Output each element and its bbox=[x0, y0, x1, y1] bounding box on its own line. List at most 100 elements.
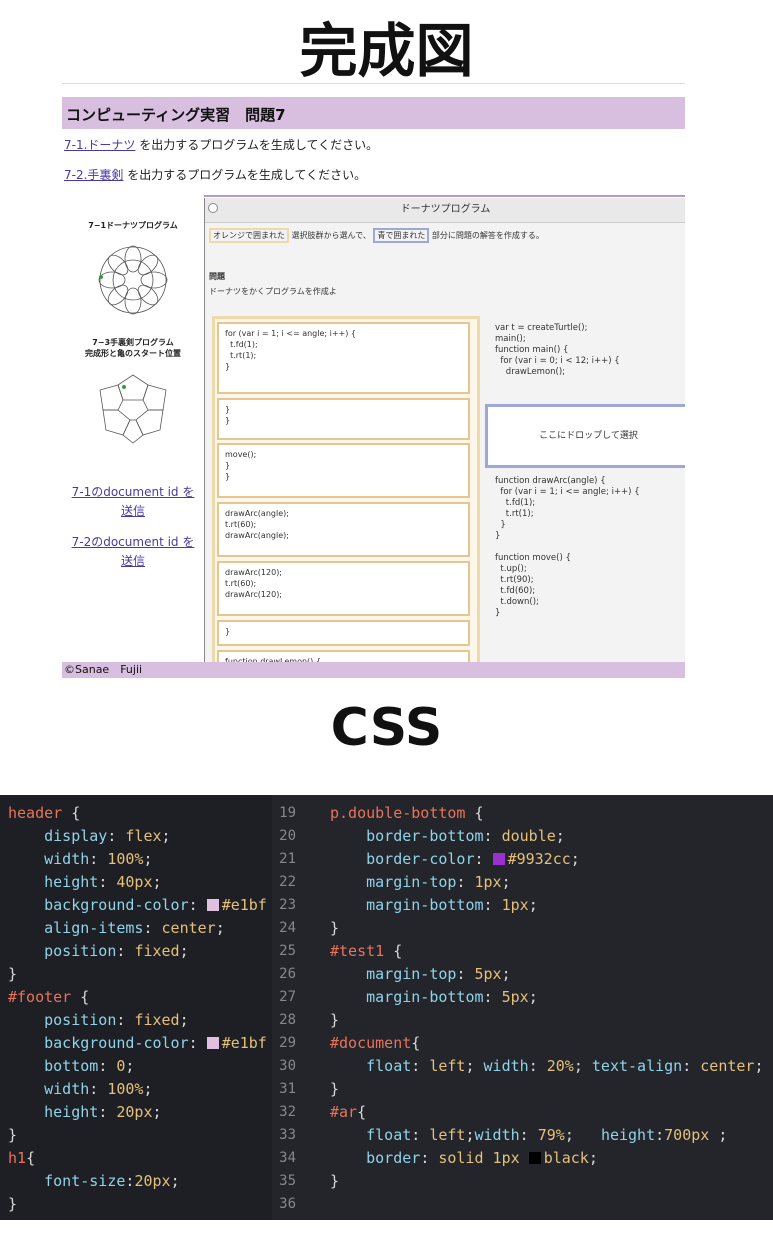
choice-block[interactable]: } } bbox=[217, 398, 470, 440]
code-token: ; bbox=[179, 1011, 189, 1029]
code-token: { bbox=[384, 942, 403, 960]
question-1-text: を出力するプログラムを生成してください。 bbox=[135, 138, 379, 152]
donut-figure bbox=[98, 245, 168, 315]
code-token: ; bbox=[143, 850, 153, 868]
line-number: 20 bbox=[279, 828, 296, 844]
code-token: center bbox=[161, 919, 216, 937]
color-swatch-icon[interactable] bbox=[528, 1152, 541, 1164]
line-number: 19 bbox=[279, 805, 296, 821]
code-token: margin-bottom bbox=[366, 896, 484, 914]
question-1-link[interactable]: 7-1.ドーナツ bbox=[64, 138, 135, 152]
code-token: : bbox=[98, 873, 117, 891]
code-token: flex bbox=[125, 827, 162, 845]
line-number: 31 bbox=[279, 1081, 296, 1097]
code-token: background-color bbox=[44, 1034, 189, 1052]
code-token: ; bbox=[573, 1057, 592, 1075]
code-token: 79% bbox=[537, 1126, 565, 1144]
code-line: background-color: #e1bf bbox=[8, 894, 272, 917]
code-token: : bbox=[483, 827, 502, 845]
code-token: #test1 bbox=[330, 942, 385, 960]
code-token: center bbox=[700, 1057, 755, 1075]
color-swatch-icon[interactable] bbox=[206, 899, 219, 911]
code-token: { bbox=[26, 1149, 36, 1167]
window-circle-icon bbox=[208, 203, 218, 213]
code-line: width: 100%; bbox=[8, 1078, 272, 1101]
choice-block[interactable]: } bbox=[217, 620, 470, 646]
code-token: width bbox=[44, 1080, 90, 1098]
code-token: header bbox=[8, 804, 63, 822]
code-token: background-color bbox=[44, 896, 189, 914]
code-token: 700px bbox=[664, 1126, 710, 1144]
code-token: ; bbox=[152, 1103, 162, 1121]
ar-title-bar: ドーナツプログラム bbox=[205, 198, 685, 223]
code-token: 40px bbox=[116, 873, 153, 891]
choice-block[interactable]: drawArc(angle); t.rt(60); drawArc(angle)… bbox=[217, 502, 470, 557]
send-doc-id-7-2[interactable]: 7-2のdocument id を 送信 bbox=[62, 533, 204, 571]
code-token: position bbox=[44, 942, 117, 960]
code-token: left bbox=[429, 1057, 466, 1075]
code-token: ; bbox=[501, 873, 511, 891]
editor-right-pane[interactable]: 19 20 21 22 23 24 25 26 27 28 29 30 31 32 33 34 35 36 p.d… bbox=[272, 795, 773, 1220]
choice-block[interactable]: move(); } } bbox=[217, 443, 470, 498]
code-token: 20% bbox=[546, 1057, 574, 1075]
code-token: border-bottom bbox=[366, 827, 484, 845]
code-token: : bbox=[456, 873, 475, 891]
code-line: margin-top: 1px; bbox=[330, 871, 773, 894]
code-token: } bbox=[330, 1011, 340, 1029]
code-token: ; bbox=[501, 965, 511, 983]
code-token: 100% bbox=[107, 1080, 144, 1098]
code-token: ; bbox=[754, 1057, 764, 1075]
line-number: 35 bbox=[279, 1173, 296, 1189]
code-token: ; bbox=[709, 1126, 728, 1144]
code-token: margin-bottom bbox=[366, 988, 484, 1006]
choice-block[interactable]: for (var i = 1; i <= angle; i++) { t.fd(… bbox=[217, 322, 470, 394]
choice-block[interactable]: function drawLemon() { bbox=[217, 650, 470, 662]
drop-zone[interactable]: ここにドロップして選択 bbox=[485, 404, 685, 468]
fig1-caption: 7−1ドーナツプログラム bbox=[88, 221, 178, 230]
code-token: ; bbox=[143, 1080, 153, 1098]
editor-left-pane[interactable]: header { display: flex; width: 100%; hei… bbox=[8, 802, 272, 1216]
code-token: : bbox=[519, 1126, 538, 1144]
code-line: position: fixed; bbox=[8, 940, 272, 963]
send-doc-id-7-2-line1[interactable]: 7-2のdocument id を bbox=[62, 533, 204, 552]
send-doc-id-7-2-line2[interactable]: 送信 bbox=[62, 552, 204, 571]
code-token: #9932cc bbox=[507, 850, 571, 868]
color-swatch-icon[interactable] bbox=[492, 853, 505, 865]
code-token: : bbox=[420, 1149, 439, 1167]
css-title: CSS bbox=[330, 698, 443, 758]
line-number: 21 bbox=[279, 851, 296, 867]
code-token: #e1bf bbox=[221, 896, 267, 914]
code-token: border bbox=[366, 1149, 421, 1167]
code-line: font-size:20px; bbox=[8, 1170, 272, 1193]
editor-right-code[interactable]: p.double-bottom { border-bottom: double;… bbox=[330, 802, 773, 1216]
code-token: } bbox=[330, 1080, 340, 1098]
code-token: : bbox=[188, 1034, 207, 1052]
code-line: margin-bottom: 5px; bbox=[330, 986, 773, 1009]
code-token: align-items bbox=[44, 919, 144, 937]
page-heading: コンピューティング実習 問題7 bbox=[66, 106, 286, 124]
color-swatch-icon[interactable] bbox=[206, 1037, 219, 1049]
code-line: margin-top: 5px; bbox=[330, 963, 773, 986]
document-column: 7−1ドーナツプログラム 7−3手裏剣プログラム 完成形と亀のスタート位置 7-… bbox=[62, 204, 204, 674]
choice-block[interactable]: drawArc(120); t.rt(60); drawArc(120); bbox=[217, 561, 470, 616]
question-2-link[interactable]: 7-2.手裏剣 bbox=[64, 168, 123, 182]
code-token: bottom bbox=[44, 1057, 99, 1075]
question-2-text: を出力するプログラムを生成してください。 bbox=[123, 168, 367, 182]
code-line: position: fixed; bbox=[8, 1009, 272, 1032]
instr-blue: 青で囲まれた bbox=[373, 228, 430, 243]
code-line: } bbox=[330, 1009, 773, 1032]
code-token: : bbox=[116, 1011, 135, 1029]
send-doc-id-7-1-line2[interactable]: 送信 bbox=[62, 502, 204, 521]
line-number: 25 bbox=[279, 943, 296, 959]
code-line: } bbox=[8, 1124, 272, 1147]
send-doc-id-7-1[interactable]: 7-1のdocument id を 送信 bbox=[62, 483, 204, 521]
send-doc-id-7-1-line1[interactable]: 7-1のdocument id を bbox=[62, 483, 204, 502]
code-token: left bbox=[429, 1126, 466, 1144]
code-token: : bbox=[456, 965, 475, 983]
